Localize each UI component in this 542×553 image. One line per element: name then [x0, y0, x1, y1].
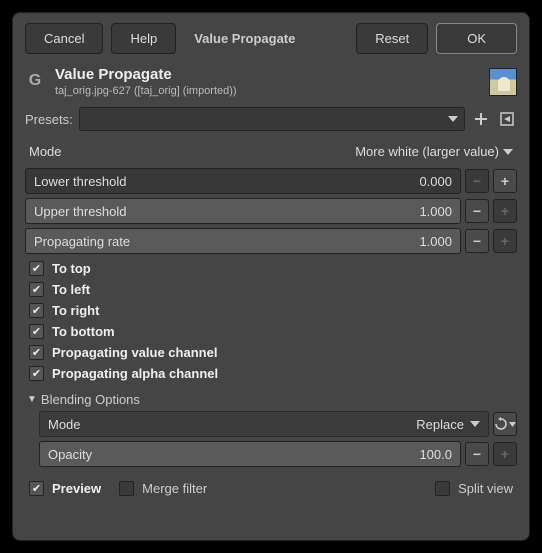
chevron-down-icon: [509, 422, 516, 427]
propagating-rate-minus[interactable]: −: [465, 229, 489, 253]
mode-value: More white (larger value): [355, 144, 499, 159]
blending-options-panel: Mode Replace Opacity 100.0 − +: [39, 411, 517, 471]
title-block: Value Propagate taj_orig.jpg-627 ([taj_o…: [55, 66, 479, 97]
blend-mode-dropdown[interactable]: Mode Replace: [39, 411, 489, 437]
cancel-button[interactable]: Cancel: [25, 23, 103, 54]
to-left-row: ✔ To left: [25, 279, 517, 300]
lower-threshold-row: Lower threshold 0.000 − +: [25, 168, 517, 194]
alpha-channel-checkbox[interactable]: ✔: [29, 366, 44, 381]
opacity-slider[interactable]: Opacity 100.0: [39, 441, 461, 467]
gimp-icon: G: [25, 72, 45, 92]
opacity-row: Opacity 100.0 − +: [39, 441, 517, 467]
header: G Value Propagate taj_orig.jpg-627 ([taj…: [25, 66, 517, 97]
footer-row: ✔ Preview ✔ Merge filter ✔ Split view: [25, 477, 517, 500]
to-right-checkbox[interactable]: ✔: [29, 303, 44, 318]
to-bottom-checkbox[interactable]: ✔: [29, 324, 44, 339]
propagating-rate-row: Propagating rate 1.000 − +: [25, 228, 517, 254]
preview-label: Preview: [52, 481, 101, 496]
alpha-channel-row: ✔ Propagating alpha channel: [25, 363, 517, 384]
dialog-title-button: Value Propagate: [184, 24, 305, 53]
blending-options-expander[interactable]: ▼ Blending Options: [25, 388, 517, 411]
triangle-down-icon: ▼: [27, 394, 37, 405]
split-view-label: Split view: [458, 481, 513, 496]
value-channel-checkbox[interactable]: ✔: [29, 345, 44, 360]
lower-threshold-slider[interactable]: Lower threshold 0.000: [25, 168, 461, 194]
ok-button[interactable]: OK: [436, 23, 517, 54]
opacity-minus[interactable]: −: [465, 442, 489, 466]
to-bottom-row: ✔ To bottom: [25, 321, 517, 342]
to-left-checkbox[interactable]: ✔: [29, 282, 44, 297]
button-row: Cancel Help Value Propagate Reset OK: [25, 23, 517, 54]
propagating-rate-slider[interactable]: Propagating rate 1.000: [25, 228, 461, 254]
add-preset-button[interactable]: [471, 109, 491, 129]
split-view-checkbox[interactable]: ✔: [435, 481, 450, 496]
lower-threshold-minus: −: [465, 169, 489, 193]
merge-filter-checkbox[interactable]: ✔: [119, 481, 134, 496]
value-channel-row: ✔ Propagating value channel: [25, 342, 517, 363]
presets-dropdown[interactable]: [79, 107, 465, 131]
mode-row[interactable]: Mode More white (larger value): [25, 139, 517, 164]
reset-button[interactable]: Reset: [356, 23, 428, 54]
upper-threshold-row: Upper threshold 1.000 − +: [25, 198, 517, 224]
upper-threshold-slider[interactable]: Upper threshold 1.000: [25, 198, 461, 224]
presets-label: Presets:: [25, 112, 73, 127]
dialog-subtitle: taj_orig.jpg-627 ([taj_orig] (imported)): [55, 85, 479, 97]
reset-icon: [494, 417, 508, 431]
upper-threshold-plus: +: [493, 199, 517, 223]
preview-checkbox[interactable]: ✔: [29, 481, 44, 496]
to-top-row: ✔ To top: [25, 258, 517, 279]
mode-label: Mode: [29, 144, 355, 159]
image-thumbnail[interactable]: [489, 68, 517, 96]
dialog-title: Value Propagate: [55, 66, 479, 83]
propagating-rate-plus: +: [493, 229, 517, 253]
to-top-checkbox[interactable]: ✔: [29, 261, 44, 276]
dialog: Cancel Help Value Propagate Reset OK G V…: [12, 12, 530, 541]
upper-threshold-minus[interactable]: −: [465, 199, 489, 223]
help-button[interactable]: Help: [111, 23, 176, 54]
to-right-row: ✔ To right: [25, 300, 517, 321]
lower-threshold-plus[interactable]: +: [493, 169, 517, 193]
chevron-down-icon: [470, 421, 480, 427]
opacity-plus: +: [493, 442, 517, 466]
preset-menu-button[interactable]: [497, 109, 517, 129]
chevron-down-icon: [448, 116, 458, 122]
merge-filter-label: Merge filter: [142, 481, 207, 496]
blend-mode-reset-button[interactable]: [493, 412, 517, 436]
blend-mode-row: Mode Replace: [39, 411, 517, 437]
chevron-down-icon: [503, 149, 513, 155]
presets-row: Presets:: [25, 107, 517, 131]
